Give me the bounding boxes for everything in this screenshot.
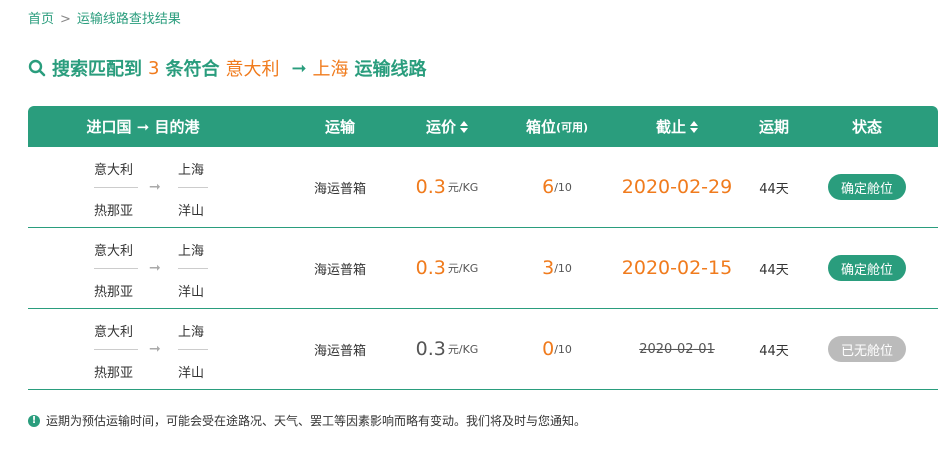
table-row: 意大利 热那亚 ➞ 上海 洋山 海运普箱 0.3 元/KG 3/10 2020-0… [28,228,938,309]
status-cell: 确定舱位 [812,147,922,227]
headline-prefix: 搜索匹配到 [52,59,142,80]
deadline-date: 2020-02-29 [621,176,733,198]
breadcrumb-current: 运输线路查找结果 [76,12,181,27]
divider [178,349,208,350]
confirm-booking-button[interactable]: 确定舱位 [828,255,906,281]
header-deadline-label: 截止 [655,118,686,136]
origin: 意大利 热那亚 [94,159,138,219]
header-transport: 运输 [324,118,355,136]
destination-city: 上海 [178,325,205,340]
slots-available: 3 [542,257,555,279]
table-row: 意大利 热那亚 ➞ 上海 洋山 海运普箱 0.3 元/KG 0/10 2020-0… [28,309,938,390]
transit-time: 44天 [759,262,789,278]
breadcrumb: 首页 > 运输线路查找结果 [28,8,181,27]
slots-available: 0 [542,338,555,360]
origin-port: 热那亚 [94,204,134,219]
price-unit: 元/KG [447,262,479,275]
slots-total: /10 [554,261,572,275]
header-deadline[interactable]: 截止 [612,106,742,147]
headline-destination: 上海 [312,59,349,80]
slots-total: /10 [554,180,572,194]
origin: 意大利 热那亚 [94,240,138,300]
deadline-date: 2020-02-01 [639,341,715,357]
header-price[interactable]: 运价 [392,106,502,147]
slots-total: /10 [554,342,572,356]
price-unit: 元/KG [447,343,479,356]
divider [94,187,138,188]
arrow-right-icon: ➞ [291,57,307,79]
table-header: 进口国 ➞ 目的港 运输 运价 箱位 (可用) 截止 运期 状态 [28,106,938,147]
destination-city: 上海 [178,244,205,259]
slots-available: 6 [542,176,555,198]
result-count: 3 [148,57,160,79]
breadcrumb-separator: > [60,12,71,27]
origin-port: 热那亚 [94,285,134,300]
transport-type: 海运普箱 [313,343,366,359]
destination-port: 洋山 [178,204,205,219]
deadline-date: 2020-02-15 [621,257,733,279]
slots: 3/10 [502,228,612,308]
headline-suffix: 运输线路 [354,59,427,80]
status-cell: 确定舱位 [812,228,922,308]
header-slots-label: 箱位 [525,118,556,136]
origin-country: 意大利 [94,244,134,259]
price: 0.3 元/KG [392,147,502,227]
origin-country: 意大利 [94,163,134,178]
table-row: 意大利 热那亚 ➞ 上海 洋山 海运普箱 0.3 元/KG 6/10 2020-0… [28,147,938,228]
headline-middle: 条符合 [165,59,220,80]
price-value: 0.3 [415,257,446,279]
price-value: 0.3 [415,338,446,360]
headline-origin: 意大利 [225,59,280,80]
transit-time: 44天 [759,181,789,197]
header-transit: 运期 [758,118,789,136]
arrow-right-icon: ➞ [149,341,161,357]
sort-icon[interactable] [460,120,468,133]
destination: 上海 洋山 [178,159,208,219]
divider [178,268,208,269]
origin-port: 热那亚 [94,366,134,381]
destination-port: 洋山 [178,366,205,381]
confirm-booking-button[interactable]: 确定舱位 [828,174,906,200]
divider [94,268,138,269]
routes-table: 进口国 ➞ 目的港 运输 运价 箱位 (可用) 截止 运期 状态 意大利 热那亚 … [28,106,938,390]
divider [94,349,138,350]
slots: 6/10 [502,147,612,227]
no-slots-button: 已无舱位 [828,336,906,362]
footnote-text: 运期为预估运输时间，可能会受在途路况、天气、罢工等因素影响而略有变动。我们将及时… [46,414,587,428]
transit-time: 44天 [759,343,789,359]
footnote: ! 运期为预估运输时间，可能会受在途路况、天气、罢工等因素影响而略有变动。我们将… [28,412,586,429]
header-slots: 箱位 (可用) [502,106,612,147]
header-price-label: 运价 [425,118,456,136]
price-value: 0.3 [415,176,446,198]
price: 0.3 元/KG [392,228,502,308]
divider [178,187,208,188]
slots: 0/10 [502,309,612,389]
transport-type: 海运普箱 [313,262,366,278]
breadcrumb-home-link[interactable]: 首页 [28,12,54,27]
info-icon: ! [28,414,40,427]
transport-type: 海运普箱 [313,181,366,197]
arrow-right-icon: ➞ [149,179,161,195]
results-headline: 搜索匹配到 3 条符合 意大利 ➞ 上海 运输线路 [28,54,433,82]
price: 0.3 元/KG [392,309,502,389]
header-status: 状态 [851,118,882,136]
destination: 上海 洋山 [178,321,208,381]
header-route: 进口国 ➞ 目的港 [86,118,200,136]
origin: 意大利 热那亚 [94,321,138,381]
price-unit: 元/KG [447,181,479,194]
destination-city: 上海 [178,163,205,178]
status-cell: 已无舱位 [812,309,922,389]
origin-country: 意大利 [94,325,134,340]
search-icon [28,59,46,77]
sort-icon[interactable] [690,120,698,133]
destination: 上海 洋山 [178,240,208,300]
destination-port: 洋山 [178,285,205,300]
arrow-right-icon: ➞ [149,260,161,276]
header-slots-note: (可用) [555,120,589,134]
